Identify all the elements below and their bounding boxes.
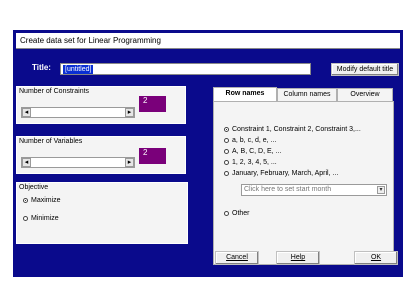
row-name-option-label: 1, 2, 3, 4, 5, ... [232, 159, 277, 166]
maximize-radio[interactable]: Maximize [23, 197, 61, 204]
row-names-panel: Constraint 1, Constraint 2, Constraint 3… [213, 101, 394, 265]
scroll-right-arrow-icon[interactable]: ▸ [125, 158, 134, 167]
scroll-left-arrow-icon[interactable]: ◂ [22, 108, 31, 117]
variables-scrollbar[interactable]: ◂ ▸ [21, 157, 135, 168]
dialog-title-bar: Create data set for Linear Programming [16, 33, 400, 49]
minimize-label: Minimize [31, 215, 59, 222]
radio-selected-icon [224, 127, 229, 132]
scroll-right-arrow-icon[interactable]: ▸ [125, 108, 134, 117]
maximize-label: Maximize [31, 197, 61, 204]
row-name-option-label: a, b, c, d, e, ... [232, 137, 277, 144]
tab-row-names[interactable]: Row names [213, 87, 277, 101]
cancel-button[interactable]: Cancel [215, 251, 259, 265]
tab-overview[interactable]: Overview [337, 88, 393, 101]
row-name-option-label: A, B, C, D, E, ... [232, 148, 282, 155]
row-name-option-label: Constraint 1, Constraint 2, Constraint 3… [232, 126, 361, 133]
start-month-dropdown[interactable]: Click here to set start month ▾ [241, 184, 387, 196]
radio-icon [23, 216, 28, 221]
ok-button[interactable]: OK [354, 251, 398, 265]
radio-icon [224, 149, 229, 154]
radio-selected-icon [23, 198, 28, 203]
row-name-option-months[interactable]: January, February, March, April, ... [224, 170, 338, 177]
radio-icon [224, 171, 229, 176]
tab-bar: Row names Column names Overview [213, 87, 393, 101]
ok-label: OK [370, 254, 382, 261]
objective-label: Objective [19, 184, 49, 191]
title-label: Title: [32, 63, 51, 72]
help-button[interactable]: Help [276, 251, 320, 265]
modify-default-title-button[interactable]: Modify default title [331, 63, 399, 76]
row-name-option-constraint[interactable]: Constraint 1, Constraint 2, Constraint 3… [224, 126, 361, 133]
tab-column-names[interactable]: Column names [277, 88, 337, 101]
row-name-option-uppercase[interactable]: A, B, C, D, E, ... [224, 148, 281, 155]
desktop: { "dialog": { "window_title": "Create da… [0, 0, 412, 289]
variables-label: Number of Variables [19, 138, 83, 145]
row-name-option-label: January, February, March, April, ... [232, 170, 339, 177]
start-month-placeholder: Click here to set start month [244, 186, 332, 193]
row-name-option-numbers[interactable]: 1, 2, 3, 4, 5, ... [224, 159, 277, 166]
constraints-scrollbar[interactable]: ◂ ▸ [21, 107, 135, 118]
title-input-value: [untitled] [63, 65, 94, 74]
title-input[interactable]: [untitled] [60, 63, 311, 75]
create-data-set-dialog: Create data set for Linear Programming T… [13, 30, 403, 277]
help-label: Help [290, 254, 306, 261]
constraints-value: 2 [139, 96, 166, 112]
radio-icon [224, 160, 229, 165]
row-name-option-other[interactable]: Other [224, 210, 250, 217]
row-name-option-lowercase[interactable]: a, b, c, d, e, ... [224, 137, 276, 144]
minimize-radio[interactable]: Minimize [23, 215, 59, 222]
radio-icon [224, 138, 229, 143]
chevron-down-icon[interactable]: ▾ [377, 186, 385, 194]
constraints-label: Number of Constraints [19, 88, 90, 95]
row-name-option-label: Other [232, 210, 250, 217]
cancel-label: Cancel [226, 254, 248, 261]
scroll-left-arrow-icon[interactable]: ◂ [22, 158, 31, 167]
objective-panel: Objective Maximize Minimize [16, 182, 188, 244]
variables-value: 2 [139, 148, 166, 164]
radio-icon [224, 211, 229, 216]
